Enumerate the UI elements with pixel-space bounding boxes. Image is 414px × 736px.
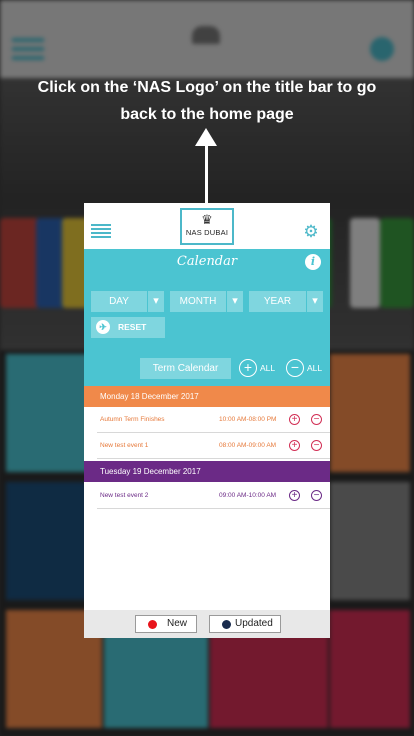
event-row[interactable]: New test event 2 09:00 AM-10:00 AM + − <box>97 483 330 509</box>
event-row[interactable]: Autumn Term Finishes 10:00 AM-08:00 PM +… <box>97 407 330 433</box>
add-event-icon[interactable]: + <box>289 490 300 501</box>
new-dot-icon <box>148 620 157 629</box>
event-name: New test event 1 <box>100 442 149 449</box>
instruction-line-1: Click on the ‘NAS Logo’ on the title bar… <box>37 79 377 96</box>
instruction-text: Click on the ‘NAS Logo’ on the title bar… <box>10 74 404 128</box>
event-time: 08:00 AM-09:00 AM <box>219 442 277 449</box>
chevron-down-icon: ▾ <box>306 291 323 312</box>
info-icon[interactable]: i <box>305 254 321 270</box>
legend-new: New <box>135 615 197 633</box>
day-header-monday: Monday 18 December 2017 <box>84 386 330 407</box>
term-calendar-button[interactable]: Term Calendar <box>140 358 231 379</box>
event-time: 10:00 AM-08:00 PM <box>219 416 277 423</box>
minus-icon: − <box>286 359 304 377</box>
remove-event-icon[interactable]: − <box>311 440 322 451</box>
title-bar: ♛ NAS DUBAI ⚙ <box>84 203 330 249</box>
add-event-icon[interactable]: + <box>289 440 300 451</box>
day-header-tuesday: Tuesday 19 December 2017 <box>84 461 330 482</box>
logo-text: NAS DUBAI <box>185 228 229 237</box>
reset-label: RESET <box>118 322 147 332</box>
day-select[interactable]: DAY ▾ <box>91 291 164 312</box>
expand-all-label: ALL <box>260 363 276 373</box>
legend-updated-label: Updated <box>235 618 273 629</box>
plus-icon: + <box>239 359 257 377</box>
app-screen: ♛ NAS DUBAI ⚙ Calendar i DAY ▾ MONTH ▾ Y… <box>84 203 330 638</box>
reset-button[interactable]: ✈ RESET <box>91 317 165 338</box>
month-select-label: MONTH <box>179 296 217 307</box>
day-select-label: DAY <box>109 296 129 307</box>
remove-event-icon[interactable]: − <box>311 490 322 501</box>
collapse-all-button[interactable]: − ALL <box>286 358 324 379</box>
calendar-title: Calendar <box>176 254 238 269</box>
reset-icon: ✈ <box>96 320 110 334</box>
instruction-line-2: back to the home page <box>120 106 294 123</box>
month-select[interactable]: MONTH ▾ <box>170 291 243 312</box>
add-event-icon[interactable]: + <box>289 414 300 425</box>
nas-logo-button[interactable]: ♛ NAS DUBAI <box>180 208 234 245</box>
expand-all-button[interactable]: + ALL <box>239 358 277 379</box>
chevron-down-icon: ▾ <box>147 291 164 312</box>
collapse-all-label: ALL <box>307 363 323 373</box>
event-name: Autumn Term Finishes <box>100 416 165 423</box>
hamburger-menu-icon[interactable] <box>91 224 111 238</box>
remove-event-icon[interactable]: − <box>311 414 322 425</box>
legend-new-label: New <box>167 618 188 629</box>
crown-icon: ♛ <box>201 212 213 227</box>
calendar-header: Calendar i DAY ▾ MONTH ▾ YEAR ▾ ✈ RESET … <box>84 249 330 386</box>
event-time: 09:00 AM-10:00 AM <box>219 492 277 499</box>
year-select-label: YEAR <box>263 296 292 307</box>
event-name: New test event 2 <box>100 492 149 499</box>
updated-dot-icon <box>222 620 231 629</box>
event-row[interactable]: New test event 1 08:00 AM-09:00 AM + − <box>97 433 330 459</box>
legend-updated: Updated <box>209 615 281 633</box>
gear-icon[interactable]: ⚙ <box>303 223 319 240</box>
legend-footer: New Updated <box>84 610 330 638</box>
year-select[interactable]: YEAR ▾ <box>249 291 323 312</box>
chevron-down-icon: ▾ <box>226 291 243 312</box>
arrow-shaft <box>205 142 208 211</box>
